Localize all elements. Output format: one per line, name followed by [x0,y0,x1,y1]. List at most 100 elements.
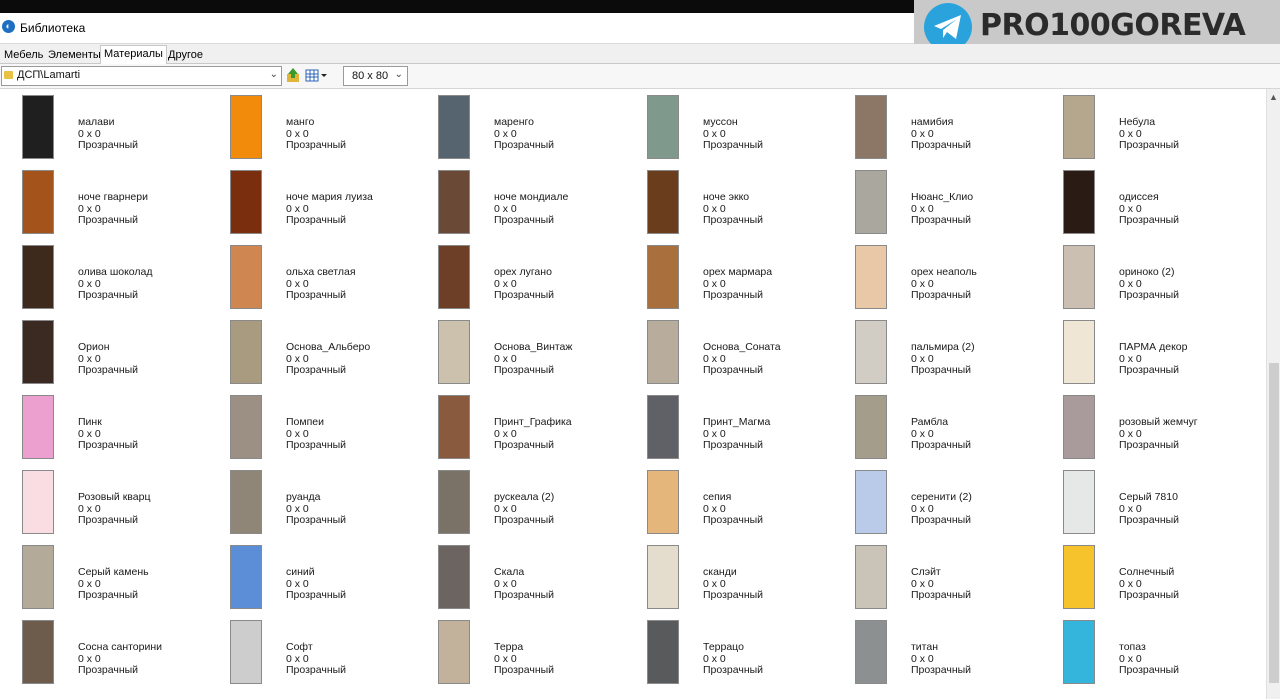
material-swatch[interactable] [22,170,54,234]
material-item[interactable]: Терра 0 x 0 Прозрачный [438,620,646,695]
material-item[interactable]: титан 0 x 0 Прозрачный [855,620,1063,695]
material-item[interactable]: малави 0 x 0 Прозрачный [22,95,230,170]
material-item[interactable]: сепия 0 x 0 Прозрачный [647,470,855,545]
material-item[interactable]: намибия 0 x 0 Прозрачный [855,95,1063,170]
material-item[interactable]: розовый жемчуг 0 x 0 Прозрачный [1063,395,1266,470]
material-item[interactable]: Софт 0 x 0 Прозрачный [230,620,438,695]
material-swatch[interactable] [438,395,470,459]
material-item[interactable]: ольха светлая 0 x 0 Прозрачный [230,245,438,320]
material-swatch[interactable] [855,395,887,459]
material-item[interactable]: Слэйт 0 x 0 Прозрачный [855,545,1063,620]
material-item[interactable]: орех лугано 0 x 0 Прозрачный [438,245,646,320]
material-item[interactable]: Небула 0 x 0 Прозрачный [1063,95,1266,170]
material-swatch[interactable] [855,470,887,534]
material-item[interactable]: ноче гварнери 0 x 0 Прозрачный [22,170,230,245]
material-item[interactable]: серенити (2) 0 x 0 Прозрачный [855,470,1063,545]
material-swatch[interactable] [438,545,470,609]
material-item[interactable]: Пинк 0 x 0 Прозрачный [22,395,230,470]
tab-furniture[interactable]: Мебель [0,46,47,64]
material-swatch[interactable] [1063,470,1095,534]
material-item[interactable]: синий 0 x 0 Прозрачный [230,545,438,620]
material-swatch[interactable] [22,320,54,384]
material-swatch[interactable] [855,545,887,609]
material-item[interactable]: ноче мария луиза 0 x 0 Прозрачный [230,170,438,245]
material-item[interactable]: Принт_Магма 0 x 0 Прозрачный [647,395,855,470]
material-item[interactable]: сканди 0 x 0 Прозрачный [647,545,855,620]
material-swatch[interactable] [647,95,679,159]
view-mode-icon[interactable] [305,68,329,84]
vertical-scrollbar[interactable]: ▲ [1266,89,1280,699]
material-item[interactable]: ПАРМА декор 0 x 0 Прозрачный [1063,320,1266,395]
material-item[interactable]: Скала 0 x 0 Прозрачный [438,545,646,620]
thumbnail-size-dropdown[interactable]: 80 x 80 ⌄ [343,66,408,86]
material-swatch[interactable] [1063,395,1095,459]
material-swatch[interactable] [855,245,887,309]
material-swatch[interactable] [855,620,887,684]
material-item[interactable]: олива шоколад 0 x 0 Прозрачный [22,245,230,320]
material-swatch[interactable] [22,95,54,159]
material-item[interactable]: манго 0 x 0 Прозрачный [230,95,438,170]
material-item[interactable]: рускеала (2) 0 x 0 Прозрачный [438,470,646,545]
material-swatch[interactable] [1063,545,1095,609]
material-swatch[interactable] [647,545,679,609]
scrollbar-thumb[interactable] [1269,363,1279,683]
material-item[interactable]: Серый камень 0 x 0 Прозрачный [22,545,230,620]
tab-materials[interactable]: Материалы [100,45,167,65]
material-item[interactable]: Рамбла 0 x 0 Прозрачный [855,395,1063,470]
material-item[interactable]: руанда 0 x 0 Прозрачный [230,470,438,545]
material-swatch[interactable] [22,470,54,534]
material-swatch[interactable] [647,320,679,384]
material-item[interactable]: Серый 7810 0 x 0 Прозрачный [1063,470,1266,545]
material-swatch[interactable] [1063,620,1095,684]
material-item[interactable]: Основа_Соната 0 x 0 Прозрачный [647,320,855,395]
material-swatch[interactable] [438,620,470,684]
material-swatch[interactable] [230,545,262,609]
material-swatch[interactable] [1063,245,1095,309]
material-swatch[interactable] [22,245,54,309]
material-swatch[interactable] [438,95,470,159]
material-swatch[interactable] [1063,95,1095,159]
material-item[interactable]: орех неаполь 0 x 0 Прозрачный [855,245,1063,320]
material-item[interactable]: маренго 0 x 0 Прозрачный [438,95,646,170]
material-swatch[interactable] [22,395,54,459]
material-item[interactable]: Нюанс_Клио 0 x 0 Прозрачный [855,170,1063,245]
material-swatch[interactable] [647,245,679,309]
material-swatch[interactable] [855,95,887,159]
material-swatch[interactable] [855,170,887,234]
material-item[interactable]: одиссея 0 x 0 Прозрачный [1063,170,1266,245]
material-swatch[interactable] [230,320,262,384]
tab-elements[interactable]: Элементы [44,46,105,64]
material-item[interactable]: Орион 0 x 0 Прозрачный [22,320,230,395]
material-item[interactable]: Принт_Графика 0 x 0 Прозрачный [438,395,646,470]
material-swatch[interactable] [647,620,679,684]
material-item[interactable]: Основа_Винтаж 0 x 0 Прозрачный [438,320,646,395]
material-item[interactable]: орех мармара 0 x 0 Прозрачный [647,245,855,320]
material-swatch[interactable] [647,470,679,534]
folder-path-dropdown[interactable]: ДСП\Lamarti ⌄ [1,66,282,86]
material-item[interactable]: ориноко (2) 0 x 0 Прозрачный [1063,245,1266,320]
material-item[interactable]: муссон 0 x 0 Прозрачный [647,95,855,170]
tab-other[interactable]: Другое [164,46,207,64]
material-swatch[interactable] [855,320,887,384]
material-swatch[interactable] [230,395,262,459]
material-swatch[interactable] [22,545,54,609]
material-swatch[interactable] [230,470,262,534]
material-swatch[interactable] [230,245,262,309]
scroll-up-icon[interactable]: ▲ [1269,92,1278,102]
material-swatch[interactable] [438,470,470,534]
material-swatch[interactable] [647,170,679,234]
material-item[interactable]: Террацо 0 x 0 Прозрачный [647,620,855,695]
material-swatch[interactable] [438,320,470,384]
folder-up-icon[interactable] [286,67,300,83]
material-item[interactable]: Сосна санторини 0 x 0 Прозрачный [22,620,230,695]
material-item[interactable]: топаз 0 x 0 Прозрачный [1063,620,1266,695]
material-swatch[interactable] [1063,320,1095,384]
material-item[interactable]: пальмира (2) 0 x 0 Прозрачный [855,320,1063,395]
material-swatch[interactable] [647,395,679,459]
material-swatch[interactable] [230,95,262,159]
material-swatch[interactable] [230,620,262,684]
material-swatch[interactable] [1063,170,1095,234]
material-item[interactable]: ноче экко 0 x 0 Прозрачный [647,170,855,245]
material-swatch[interactable] [438,170,470,234]
material-swatch[interactable] [438,245,470,309]
